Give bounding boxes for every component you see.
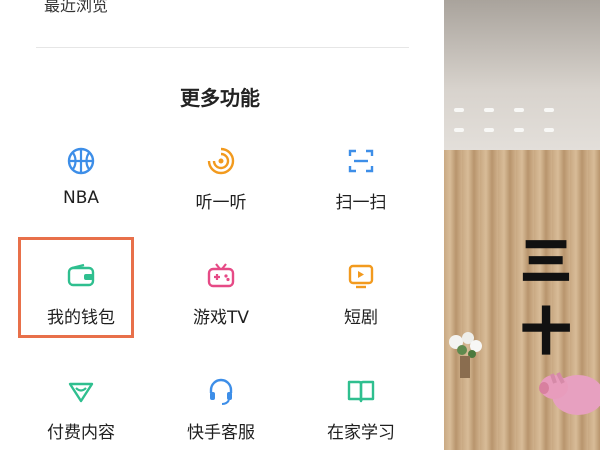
menu-item-label: 听一听	[195, 193, 247, 213]
background-video[interactable]: 三十	[444, 0, 600, 450]
menu-item-label: 扫一扫	[335, 193, 387, 213]
menu-item-label: NBA	[62, 188, 99, 208]
book-icon	[346, 376, 376, 406]
ceiling-light	[514, 108, 524, 112]
ceiling-light	[484, 128, 494, 132]
ceiling-light	[544, 108, 554, 112]
video-overlay-text: 三十	[521, 233, 573, 362]
scan-icon	[346, 146, 376, 176]
menu-item-label: 在家学习	[327, 423, 395, 443]
feature-grid: NBA 听一听 扫一扫 我的钱包 游戏TV 短剧 付费内容 快手客服 在家学习	[0, 0, 440, 450]
side-menu-panel: 最近浏览 更多功能 NBA 听一听 扫一扫 我的钱包 游戏TV 短剧 付费内容 …	[0, 0, 440, 450]
basketball-icon	[66, 146, 96, 176]
menu-item-scan[interactable]: 扫一扫	[301, 138, 421, 228]
flowers-image	[449, 332, 482, 378]
menu-item-label: 短剧	[344, 308, 378, 328]
headset-icon	[206, 376, 236, 406]
menu-item-paid-content[interactable]: 付费内容	[21, 368, 141, 458]
menu-item-label: 付费内容	[47, 423, 115, 443]
menu-item-game-tv[interactable]: 游戏TV	[161, 253, 281, 343]
game-tv-icon	[206, 261, 236, 291]
ceiling-light	[514, 128, 524, 132]
menu-item-nba[interactable]: NBA	[21, 138, 141, 228]
video-ceiling	[444, 0, 600, 150]
ceiling-light	[454, 108, 464, 112]
pink-toy-image	[539, 372, 600, 415]
ceiling-light	[544, 128, 554, 132]
menu-item-label: 游戏TV	[192, 308, 249, 328]
paid-content-icon	[66, 376, 96, 406]
menu-item-study-at-home[interactable]: 在家学习	[301, 368, 421, 458]
ceiling-light	[454, 128, 464, 132]
short-drama-icon	[346, 261, 376, 291]
ceiling-light	[484, 108, 494, 112]
listen-waves-icon	[206, 146, 236, 176]
menu-item-short-drama[interactable]: 短剧	[301, 253, 421, 343]
highlight-box	[18, 237, 134, 338]
menu-item-listen[interactable]: 听一听	[161, 138, 281, 228]
menu-item-label: 快手客服	[187, 423, 255, 443]
menu-item-customer-service[interactable]: 快手客服	[161, 368, 281, 458]
